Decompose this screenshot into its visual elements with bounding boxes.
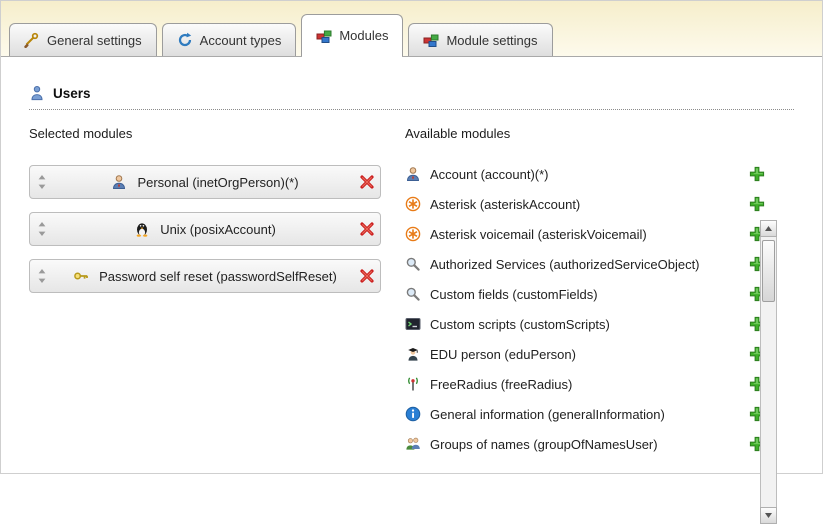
available-module-label: Account (account)(*) [430, 167, 549, 182]
remove-module-button[interactable] [359, 221, 375, 237]
available-modules-column: Available modules Account (account)(*) As… [405, 126, 765, 459]
available-module-asterisk-voicemail-asteriskvoicemail: Asterisk voicemail (asteriskVoicemail) [405, 219, 765, 249]
available-module-label: Authorized Services (authorizedServiceOb… [430, 257, 700, 272]
selected-module-label: Unix (posixAccount) [160, 222, 276, 237]
remove-module-button[interactable] [359, 174, 375, 190]
tab-modules[interactable]: Modules [301, 14, 403, 56]
available-modules-list: Account (account)(*) Asterisk (asteriskAc… [405, 159, 765, 459]
antenna-icon [405, 376, 421, 392]
selected-module-unix-posixaccount[interactable]: Unix (posixAccount) [29, 212, 381, 246]
available-module-groups-of-names-groupofnamesuser: Groups of names (groupOfNamesUser) [405, 429, 765, 459]
key-icon [73, 268, 89, 284]
tab-label: Account types [200, 33, 282, 48]
user-icon [29, 85, 45, 101]
person-icon [111, 174, 127, 190]
available-module-label: Groups of names (groupOfNamesUser) [430, 437, 658, 452]
available-module-label: Custom fields (customFields) [430, 287, 598, 302]
modules-icon [423, 32, 439, 48]
modules-icon [316, 28, 332, 44]
selected-module-label: Password self reset (passwordSelfReset) [99, 269, 337, 284]
scroll-up-icon [764, 220, 773, 238]
available-module-label: FreeRadius (freeRadius) [430, 377, 572, 392]
person-icon [405, 166, 421, 182]
available-modules-scrollbar[interactable] [760, 220, 777, 524]
available-module-custom-fields-customfields: Custom fields (customFields) [405, 279, 765, 309]
magnifier-icon [405, 256, 421, 272]
tab-label: Module settings [446, 33, 537, 48]
available-module-general-information-generalinformation: General information (generalInformation) [405, 399, 765, 429]
tab-label: General settings [47, 33, 142, 48]
scrollbar-thumb[interactable] [762, 240, 775, 302]
drag-handle-icon[interactable] [37, 174, 47, 190]
available-module-label: Asterisk voicemail (asteriskVoicemail) [430, 227, 647, 242]
tabs-bar: General settings Account types Modules Modu… [9, 1, 553, 56]
tux-icon [134, 221, 150, 237]
group-icon [405, 436, 421, 452]
scroll-down-icon [764, 507, 773, 525]
drag-handle-icon[interactable] [37, 221, 47, 237]
selected-module-password-self-reset-passwordselfreset[interactable]: Password self reset (passwordSelfReset) [29, 259, 381, 293]
available-module-edu-person-eduperson: EDU person (eduPerson) [405, 339, 765, 369]
selected-module-label: Personal (inetOrgPerson)(*) [137, 175, 298, 190]
lam-configuration-page: { "tabs": [ { "label": "General settings… [0, 0, 823, 474]
info-icon [405, 406, 421, 422]
main-panel: Users Selected modules Personal (inetOrg… [1, 56, 822, 473]
available-module-label: General information (generalInformation) [430, 407, 665, 422]
remove-module-button[interactable] [359, 268, 375, 284]
available-module-authorized-services-authorizedserviceobject: Authorized Services (authorizedServiceOb… [405, 249, 765, 279]
edu-person-icon [405, 346, 421, 362]
asterisk-icon [405, 226, 421, 242]
add-module-button[interactable] [749, 166, 765, 182]
script-icon [405, 316, 421, 332]
magnifier-icon [405, 286, 421, 302]
selected-modules-heading: Selected modules [29, 126, 381, 141]
drag-handle-icon[interactable] [37, 268, 47, 284]
add-module-button[interactable] [749, 196, 765, 212]
selected-modules-column: Selected modules Personal (inetOrgPerson… [29, 126, 381, 459]
modules-columns: Selected modules Personal (inetOrgPerson… [29, 126, 794, 459]
scroll-down-button[interactable] [760, 507, 777, 524]
available-module-label: Asterisk (asteriskAccount) [430, 197, 580, 212]
available-modules-heading: Available modules [405, 126, 765, 141]
tab-account-types[interactable]: Account types [162, 23, 297, 56]
asterisk-icon [405, 196, 421, 212]
available-module-label: EDU person (eduPerson) [430, 347, 576, 362]
available-module-freeradius-freeradius: FreeRadius (freeRadius) [405, 369, 765, 399]
available-module-label: Custom scripts (customScripts) [430, 317, 610, 332]
selected-module-personal-inetorgperson[interactable]: Personal (inetOrgPerson)(*) [29, 165, 381, 199]
available-module-account-account: Account (account)(*) [405, 159, 765, 189]
sync-icon [177, 32, 193, 48]
scroll-up-button[interactable] [760, 220, 777, 237]
tools-icon [24, 32, 40, 48]
section-heading: Users [29, 85, 794, 110]
page-title: Users [53, 86, 91, 101]
selected-modules-list: Personal (inetOrgPerson)(*) Unix (posixAc… [29, 165, 381, 293]
available-module-custom-scripts-customscripts: Custom scripts (customScripts) [405, 309, 765, 339]
available-module-asterisk-asteriskaccount: Asterisk (asteriskAccount) [405, 189, 765, 219]
tab-module-settings[interactable]: Module settings [408, 23, 552, 56]
tab-label: Modules [339, 28, 388, 43]
content-area: Users Selected modules Personal (inetOrg… [1, 57, 822, 459]
tab-general-settings[interactable]: General settings [9, 23, 157, 56]
